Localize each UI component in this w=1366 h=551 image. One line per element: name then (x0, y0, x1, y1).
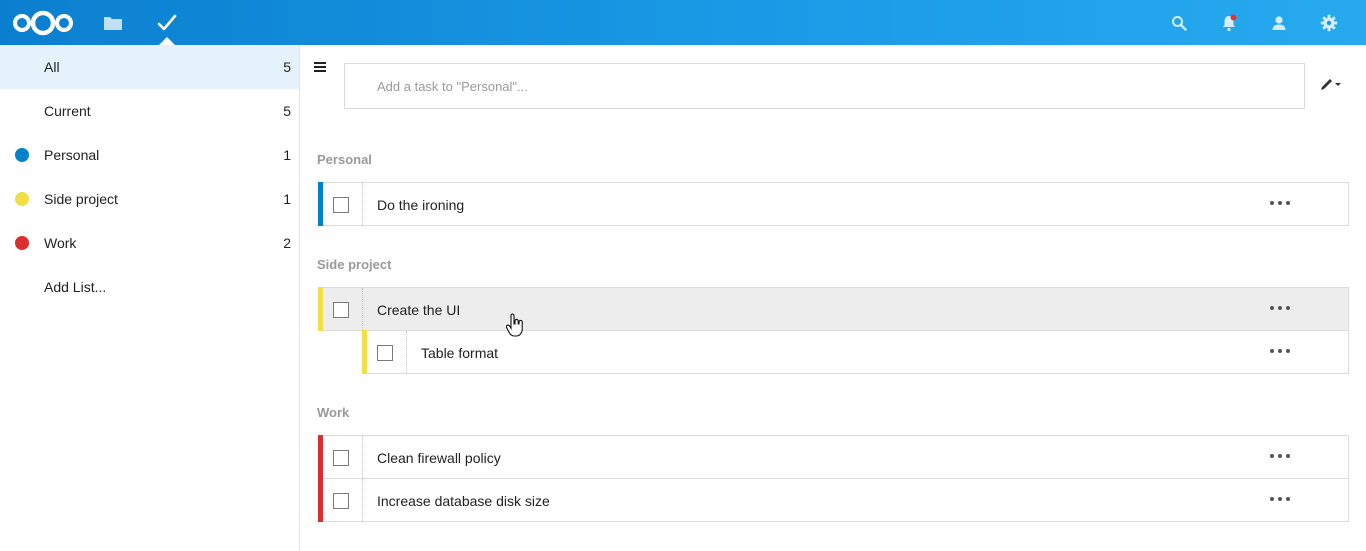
settings-button[interactable] (1314, 0, 1344, 45)
list-color-dot (15, 192, 29, 206)
more-dot (1278, 349, 1282, 353)
nav-files[interactable] (96, 0, 130, 45)
more-dot (1286, 497, 1290, 501)
add-task-input[interactable] (344, 63, 1305, 109)
task-row[interactable]: Create the UI (318, 287, 1349, 331)
more-dot (1278, 201, 1282, 205)
add-list-label: Add List... (44, 279, 107, 295)
task-row[interactable]: Increase database disk size (318, 478, 1349, 522)
sidebar-item-count: 2 (283, 235, 291, 251)
more-dot (1270, 497, 1274, 501)
sidebar-item-personal[interactable]: Personal 1 (0, 133, 299, 177)
nav-tasks[interactable] (150, 0, 184, 45)
more-dot (1278, 497, 1282, 501)
contacts-icon (1272, 15, 1286, 30)
sidebar-item-count: 5 (283, 59, 291, 75)
task-label: Clean firewall policy (377, 450, 501, 466)
more-dot (1278, 454, 1282, 458)
more-dot (1270, 201, 1274, 205)
task-row[interactable]: Clean firewall policy (318, 435, 1349, 479)
main-content: Personal Do the ironing Side project Cre… (300, 45, 1366, 551)
notifications-button[interactable] (1214, 0, 1244, 45)
menu-icon-line (314, 70, 326, 72)
more-dot (1270, 306, 1274, 310)
task-label: Do the ironing (377, 197, 465, 213)
sidebar-item-count: 5 (283, 103, 291, 119)
contacts-button[interactable] (1264, 0, 1294, 45)
folder-icon (104, 16, 122, 30)
task-label: Table format (421, 345, 499, 361)
more-dot (1286, 201, 1290, 205)
top-header-bar (0, 0, 1366, 45)
tasks-check-icon (157, 14, 177, 30)
more-options-button[interactable] (1270, 195, 1290, 211)
sidebar-item-current[interactable]: Current 5 (0, 89, 299, 133)
sidebar-item-count: 1 (283, 147, 291, 163)
list-color-dot (15, 148, 29, 162)
checkbox-cell (323, 183, 363, 225)
task-checkbox[interactable] (333, 302, 349, 318)
group-title-work: Work (317, 405, 350, 420)
bell-icon (1223, 14, 1237, 31)
task-checkbox[interactable] (333, 493, 349, 509)
more-dot (1286, 349, 1290, 353)
task-row[interactable]: Do the ironing (318, 182, 1349, 226)
task-label: Increase database disk size (377, 493, 550, 509)
sidebar-item-label: Personal (44, 147, 100, 163)
sidebar-item-label: Work (44, 235, 77, 251)
task-label: Create the UI (377, 302, 461, 318)
task-checkbox[interactable] (333, 197, 349, 213)
search-button[interactable] (1164, 0, 1194, 45)
more-options-button[interactable] (1270, 300, 1290, 316)
sort-button[interactable] (1318, 75, 1346, 95)
task-checkbox[interactable] (377, 345, 393, 361)
menu-icon-line (314, 62, 326, 64)
more-dot (1278, 306, 1282, 310)
checkbox-cell (367, 331, 407, 373)
nextcloud-logo[interactable] (10, 0, 76, 45)
more-dot (1270, 349, 1274, 353)
more-options-button[interactable] (1270, 491, 1290, 507)
sidebar-item-all[interactable]: All 5 (0, 45, 299, 89)
sidebar-item-label: Current (44, 103, 91, 119)
checkbox-cell (323, 479, 363, 521)
nextcloud-logo-icon (13, 10, 73, 35)
menu-toggle-button[interactable] (312, 59, 330, 77)
subtask-row[interactable]: Table format (362, 330, 1349, 374)
sidebar-item-count: 1 (283, 191, 291, 207)
checkbox-cell (323, 436, 363, 478)
gear-icon (1320, 14, 1338, 31)
pencil-sort-icon (1321, 79, 1341, 90)
group-title-personal: Personal (317, 152, 372, 167)
more-options-button[interactable] (1270, 343, 1290, 359)
more-dot (1270, 454, 1274, 458)
more-options-button[interactable] (1270, 448, 1290, 464)
menu-icon-line (314, 66, 326, 68)
list-color-dot (15, 236, 29, 250)
task-checkbox[interactable] (333, 450, 349, 466)
sidebar-item-side-project[interactable]: Side project 1 (0, 177, 299, 221)
checkbox-cell (323, 288, 363, 330)
more-dot (1286, 306, 1290, 310)
group-title-side-project: Side project (317, 257, 392, 272)
sidebar-item-work[interactable]: Work 2 (0, 221, 299, 265)
add-list-button[interactable]: Add List... (0, 265, 299, 309)
search-icon (1172, 15, 1187, 31)
sidebar-item-label: All (44, 59, 60, 75)
sidebar: All 5 Current 5 Personal 1 Side project … (0, 45, 300, 551)
more-dot (1286, 454, 1290, 458)
sidebar-item-label: Side project (44, 191, 118, 207)
